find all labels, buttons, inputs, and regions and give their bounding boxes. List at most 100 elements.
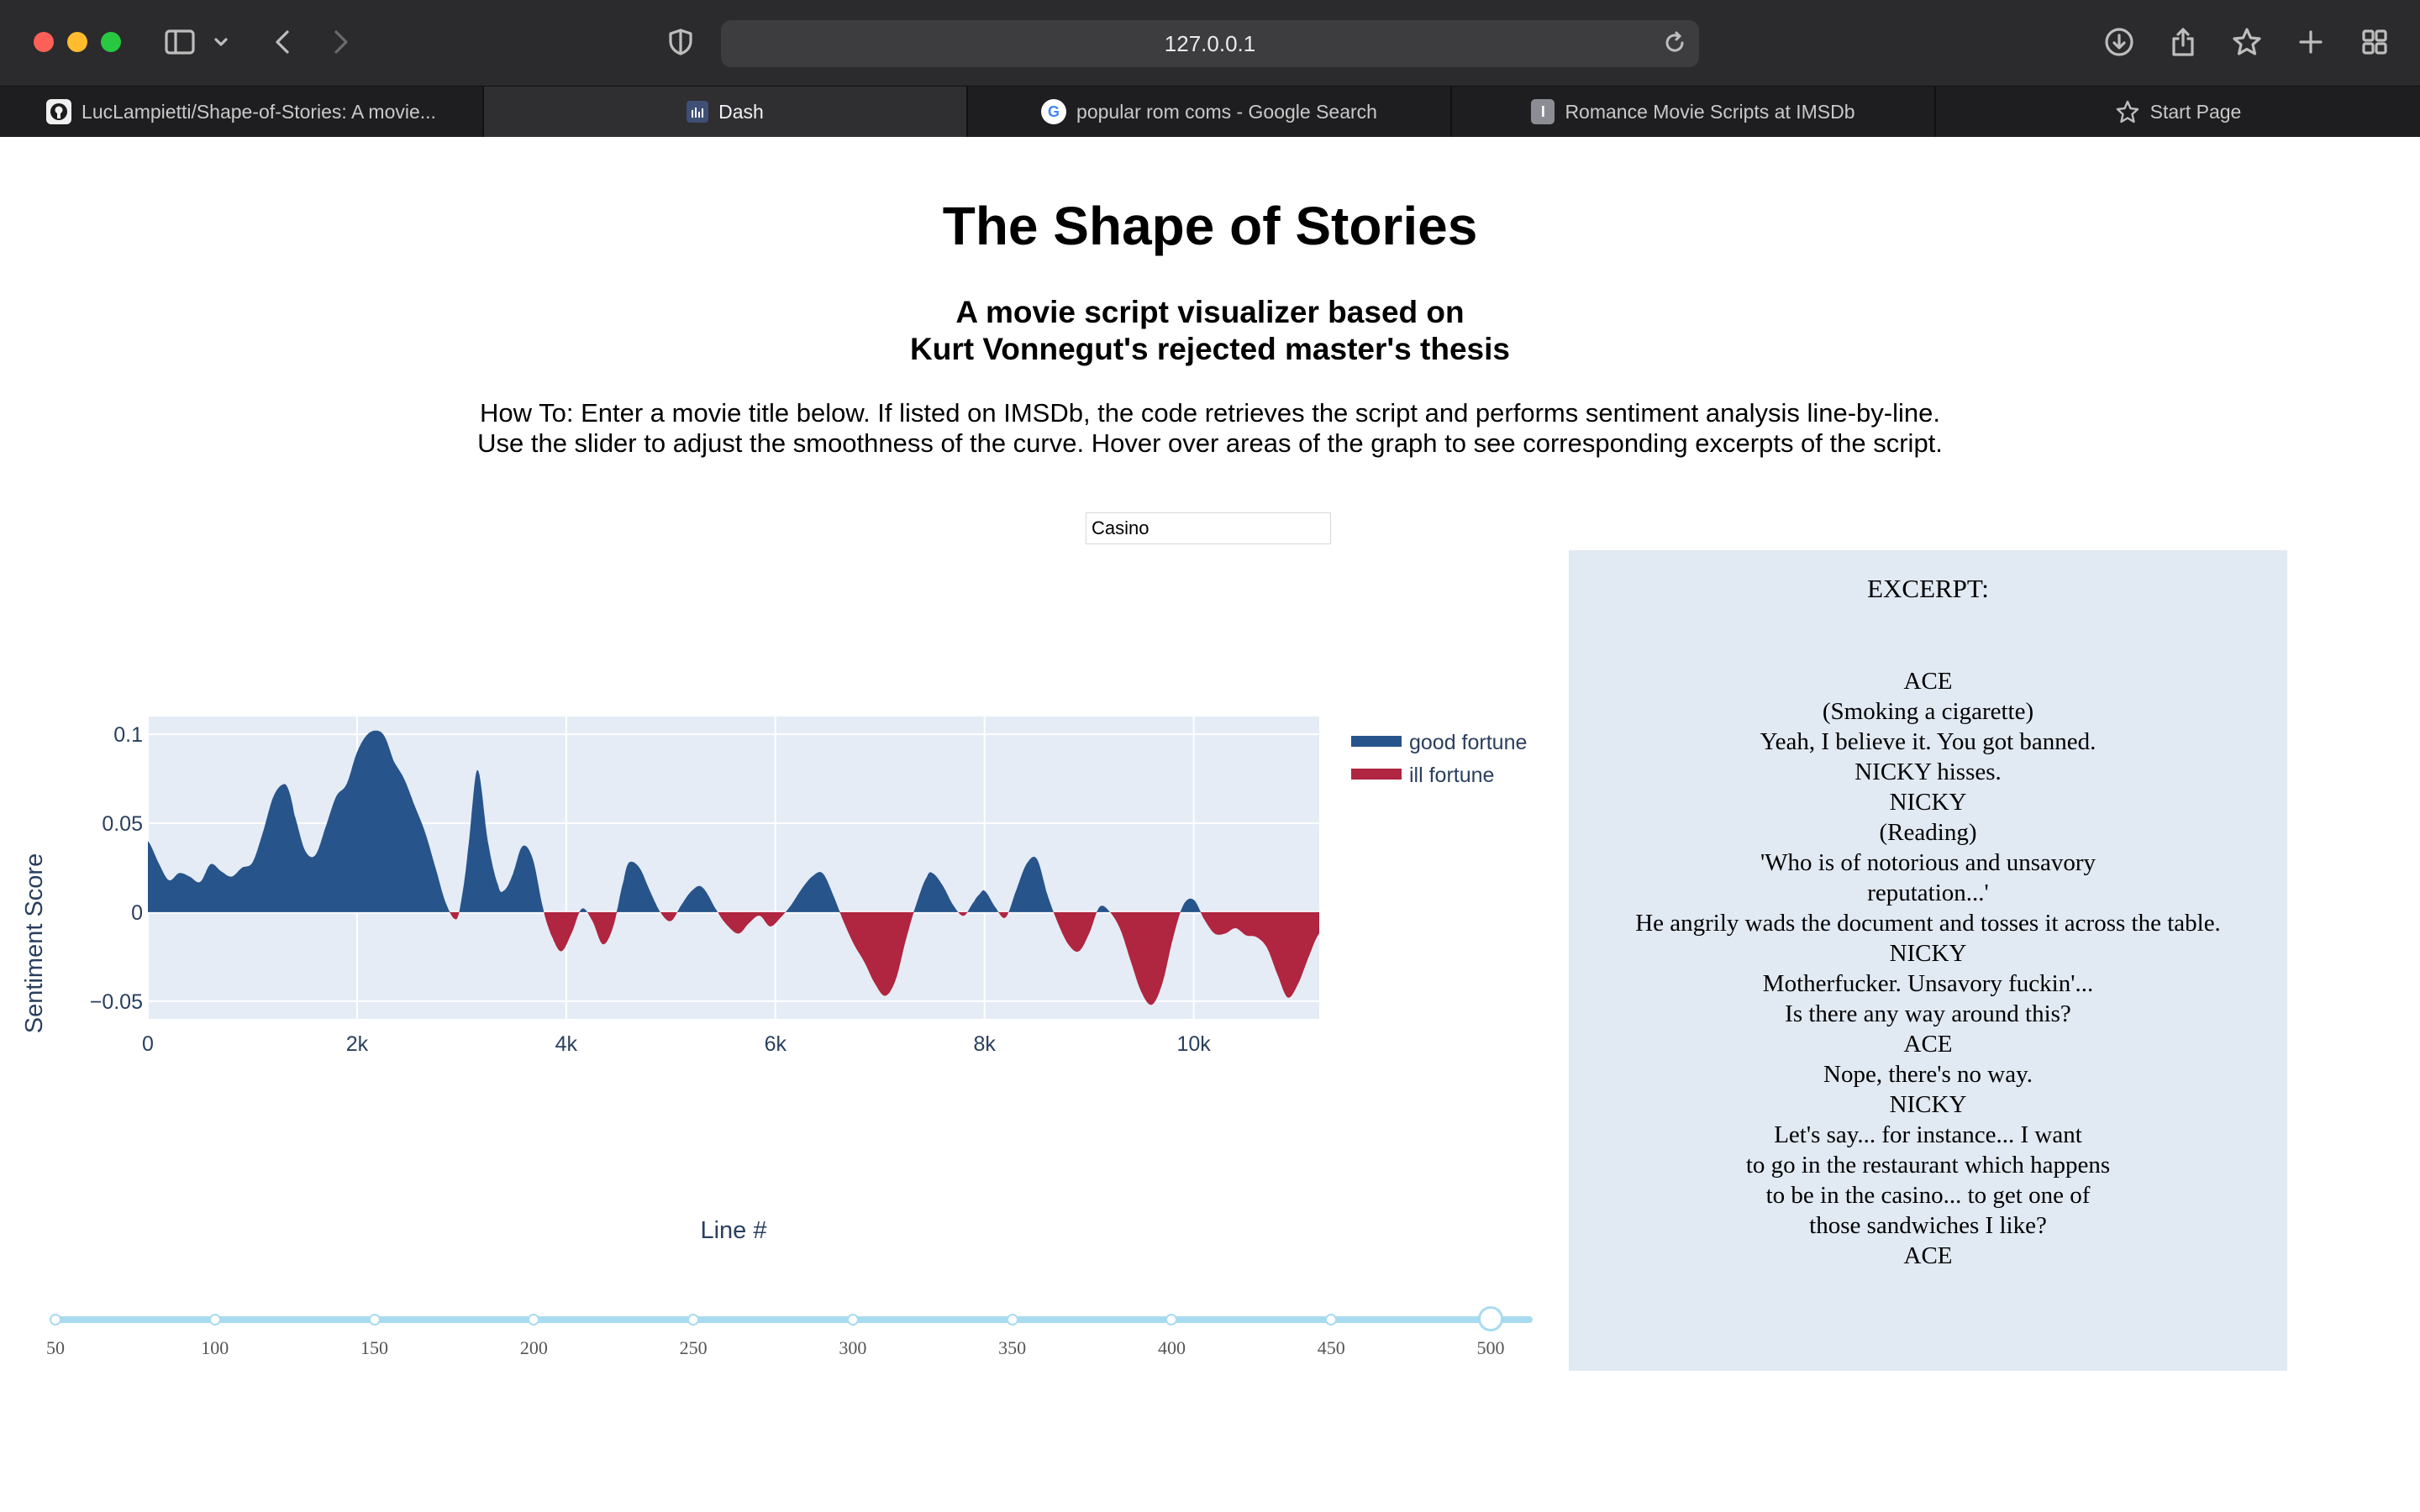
legend-label: ill fortune <box>1409 764 1494 787</box>
downloads-icon[interactable] <box>2101 24 2138 60</box>
legend-label: good fortune <box>1409 731 1527 754</box>
tab-imsdb[interactable]: I Romance Movie Scripts at IMSDb <box>1452 87 1936 137</box>
slider-rail[interactable] <box>55 1316 1533 1323</box>
sidebar-toggle-icon[interactable] <box>161 24 198 60</box>
how-to-line: Use the slider to adjust the smoothness … <box>477 428 1943 458</box>
slider-handle[interactable] <box>1478 1306 1503 1331</box>
bookmark-star-icon[interactable] <box>2228 24 2265 60</box>
new-tab-icon[interactable] <box>2292 24 2329 60</box>
x-tick-label: 4k <box>555 1032 578 1056</box>
sentiment-chart[interactable]: −0.05 0 0.05 0.1 0 2k 4k 6k 8k 10k Line # Sentim… <box>0 689 1563 1277</box>
tab-start-page[interactable]: Start Page <box>1936 87 2420 137</box>
excerpt-line: Nope, there's no way. <box>1823 1061 2033 1088</box>
x-axis-title: Line # <box>700 1217 766 1244</box>
excerpt-line: Yeah, I believe it. You got banned. <box>1760 728 2096 755</box>
legend-item-ill-fortune[interactable]: ill fortune <box>1351 764 1494 787</box>
tab-google-search[interactable]: G popular rom coms - Google Search <box>968 87 1452 137</box>
how-to-instructions: How To: Enter a movie title below. If li… <box>0 398 2420 459</box>
slider-step-dot[interactable] <box>1006 1314 1018 1326</box>
slider-mark-label: 100 <box>201 1337 229 1358</box>
how-to-line: How To: Enter a movie title below. If li… <box>480 398 1940 428</box>
tab-label: Start Page <box>2149 100 2242 123</box>
excerpt-line: ACE <box>1903 1031 1953 1058</box>
close-window-button[interactable] <box>34 32 54 52</box>
x-tick-label: 0 <box>142 1032 154 1056</box>
legend-swatch <box>1351 736 1402 747</box>
slider-mark-label: 300 <box>839 1337 867 1358</box>
forward-icon[interactable] <box>323 24 360 60</box>
slider-step-dot[interactable] <box>528 1314 540 1326</box>
slider-mark-label: 500 <box>1476 1337 1505 1358</box>
x-tick-label: 10k <box>1176 1032 1211 1056</box>
imsdb-icon: I <box>1531 99 1555 124</box>
address-bar[interactable]: 127.0.0.1 <box>721 20 1699 67</box>
y-axis-title: Sentiment Score <box>21 853 48 1033</box>
privacy-shield-icon[interactable] <box>662 24 699 60</box>
y-tick-label: 0.1 <box>113 723 143 747</box>
slider-mark-label: 200 <box>519 1337 548 1358</box>
y-tick-label: −0.05 <box>90 990 143 1014</box>
slider-step-dot[interactable] <box>687 1314 700 1326</box>
browser-toolbar: 127.0.0.1 <box>0 0 2420 86</box>
x-tick-label: 8k <box>974 1032 997 1056</box>
movie-title-input[interactable] <box>1086 512 1331 544</box>
tab-label: popular rom coms - Google Search <box>1076 100 1377 123</box>
excerpt-line: NICKY <box>1889 940 1967 967</box>
subtitle-line: A movie script visualizer based on <box>955 295 1465 329</box>
slider-mark-label: 450 <box>1317 1337 1345 1358</box>
slider-mark-label: 50 <box>46 1337 65 1358</box>
slider-step-dot[interactable] <box>1325 1314 1338 1326</box>
tab-label: Dash <box>718 100 764 123</box>
legend-swatch <box>1351 769 1402 780</box>
x-tick-label: 2k <box>346 1032 369 1056</box>
chevron-down-icon[interactable] <box>208 24 234 60</box>
tab-label: LucLampietti/Shape-of-Stories: A movie..… <box>82 100 436 123</box>
slider-mark-label: 150 <box>360 1337 389 1358</box>
google-icon: G <box>1041 99 1067 124</box>
slider-step-dot[interactable] <box>50 1314 61 1326</box>
x-tick-labels: 0 2k 4k 6k 8k 10k <box>142 1032 1211 1056</box>
excerpt-text: ACE (Smoking a cigarette) Yeah, I believe … <box>1569 666 2287 1271</box>
subtitle-line: Kurt Vonnegut's rejected master's thesis <box>910 332 1510 366</box>
excerpt-line: Is there any way around this? <box>1785 1000 2071 1027</box>
chart-legend[interactable]: good fortune ill fortune <box>1351 731 1527 787</box>
url-text: 127.0.0.1 <box>1164 30 1256 56</box>
excerpt-line: to be in the casino... to get one of <box>1765 1182 2091 1209</box>
excerpt-line: Motherfucker. Unsavory fuckin'... <box>1762 970 2094 997</box>
excerpt-line: He angrily wads the document and tosses … <box>1635 910 2221 937</box>
excerpt-line: NICKY hisses. <box>1854 759 2002 785</box>
legend-item-good-fortune[interactable]: good fortune <box>1351 731 1527 754</box>
tab-bar: LucLampietti/Shape-of-Stories: A movie..… <box>0 86 2420 137</box>
excerpt-line: (Smoking a cigarette) <box>1822 698 2034 725</box>
slider-mark-label: 250 <box>679 1337 708 1358</box>
slider-step-dot[interactable] <box>1165 1314 1178 1326</box>
smoothness-slider[interactable]: 50 100 150 200 250 300 350 400 450 500 <box>46 1302 1538 1358</box>
dash-icon <box>687 101 709 123</box>
back-icon[interactable] <box>264 24 301 60</box>
slider-step-dot[interactable] <box>368 1314 381 1326</box>
page-title: The Shape of Stories <box>942 196 1478 256</box>
tab-dash[interactable]: Dash <box>484 87 968 137</box>
star-icon <box>2115 99 2140 124</box>
x-tick-label: 6k <box>765 1032 787 1056</box>
tab-overview-icon[interactable] <box>2356 24 2393 60</box>
excerpt-heading: EXCERPT: <box>1867 574 1989 603</box>
y-tick-labels: −0.05 0 0.05 0.1 <box>90 723 143 1014</box>
minimize-window-button[interactable] <box>67 32 87 52</box>
share-icon[interactable] <box>2165 24 2202 60</box>
excerpt-line: ACE <box>1903 1242 1953 1269</box>
github-icon <box>46 99 72 124</box>
excerpt-line: reputation...' <box>1867 879 1989 906</box>
excerpt-line: NICKY <box>1889 1091 1967 1118</box>
slider-step-dot[interactable] <box>208 1314 221 1326</box>
tab-label: Romance Movie Scripts at IMSDb <box>1565 100 1855 123</box>
slider-mark-label: 400 <box>1157 1337 1186 1358</box>
reload-icon[interactable] <box>1662 30 1687 61</box>
excerpt-panel: EXCERPT: ACE (Smoking a cigarette) Yeah, I… <box>1569 550 2287 1371</box>
zoom-window-button[interactable] <box>101 32 121 52</box>
slider-step-dot[interactable] <box>846 1314 859 1326</box>
excerpt-line: to go in the restaurant which happens <box>1745 1152 2111 1179</box>
tab-github[interactable]: LucLampietti/Shape-of-Stories: A movie..… <box>0 87 484 137</box>
excerpt-line: Let's say... for instance... I want <box>1774 1121 2082 1148</box>
y-tick-label: 0.05 <box>102 812 143 836</box>
